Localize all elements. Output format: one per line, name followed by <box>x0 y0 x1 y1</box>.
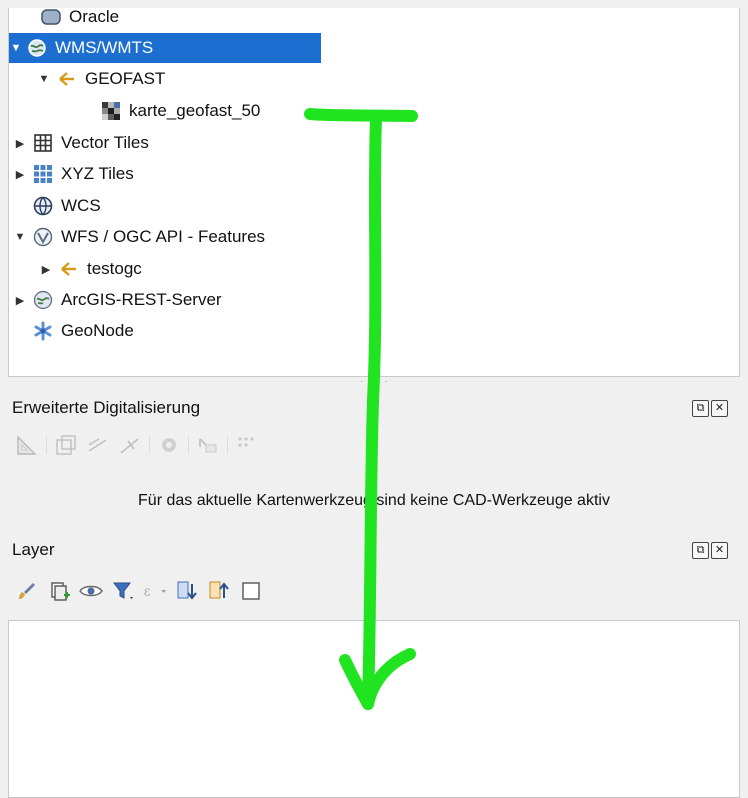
tree-item-testogc[interactable]: ▶ testogc <box>9 254 739 284</box>
layer-tree[interactable] <box>8 620 740 798</box>
cad-inactive-message: Für das aktuelle Kartenwerkzeug sind kei… <box>138 492 610 509</box>
geonode-icon <box>33 321 53 341</box>
tree-item-wcs[interactable]: WCS <box>9 191 739 221</box>
tree-item-label: XYZ Tiles <box>61 164 134 183</box>
tree-item-wfs-ogc[interactable]: ▼ WFS / OGC API - Features <box>9 222 739 252</box>
layers-panel-title: Layer <box>12 540 55 559</box>
visibility-eye-icon[interactable] <box>78 578 104 604</box>
toolbar-separator <box>46 436 47 454</box>
snapping-dots-icon[interactable] <box>234 432 260 458</box>
toolbar-separator <box>227 436 228 454</box>
collapse-all-icon[interactable] <box>206 578 232 604</box>
tree-item-label: testogc <box>87 259 142 278</box>
tree-item-xyz-tiles[interactable]: ▶ XYZ Tiles <box>9 159 739 189</box>
layers-dock-buttons: ⧉ ✕ <box>692 542 728 559</box>
expand-arrow-icon[interactable]: ▶ <box>13 137 27 150</box>
expand-arrow-icon[interactable]: ▶ <box>39 263 53 276</box>
float-panel-button[interactable]: ⧉ <box>692 400 709 417</box>
tree-item-vector-tiles[interactable]: ▶ Vector Tiles <box>9 128 739 158</box>
expression-filter-icon[interactable]: ε <box>142 578 168 604</box>
tree-item-label: GeoNode <box>61 321 134 340</box>
filter-legend-icon[interactable] <box>110 578 136 604</box>
remove-layer-icon[interactable] <box>238 578 264 604</box>
add-group-icon[interactable] <box>46 578 72 604</box>
floater-icon[interactable] <box>195 432 221 458</box>
collapse-arrow-icon[interactable]: ▼ <box>13 231 27 243</box>
settings-gear-icon[interactable] <box>156 432 182 458</box>
digitizing-panel-title: Erweiterte Digitalisierung <box>12 398 201 417</box>
tree-item-karte-geofast-50[interactable]: karte_geofast_50 <box>9 96 739 126</box>
construction-mode-icon[interactable] <box>53 432 79 458</box>
browser-panel: Oracle ▼ WMS/WMTS ▼ GEOFAST karte_geofas… <box>8 8 740 377</box>
tree-item-label: Oracle <box>69 8 120 26</box>
tree-item-label: ArcGIS-REST-Server <box>61 290 222 309</box>
tree-item-label: karte_geofast_50 <box>129 101 261 120</box>
digitizing-dock-buttons: ⧉ ✕ <box>692 400 728 417</box>
parallel-icon[interactable] <box>85 432 111 458</box>
perpendicular-icon[interactable] <box>117 432 143 458</box>
tree-item-label: WFS / OGC API - Features <box>61 227 266 246</box>
tree-item-geonode[interactable]: GeoNode <box>9 316 739 346</box>
connection-icon <box>59 259 79 279</box>
arcgis-icon <box>33 290 53 310</box>
expand-arrow-icon[interactable]: ▶ <box>13 168 27 181</box>
float-panel-button[interactable]: ⧉ <box>692 542 709 559</box>
tree-item-label: WMS/WMTS <box>55 38 154 57</box>
connection-icon <box>57 69 77 89</box>
panel-splitter[interactable]: · · · · <box>360 376 389 387</box>
tree-item-oracle[interactable]: Oracle <box>9 8 739 32</box>
tree-item-geofast[interactable]: ▼ GEOFAST <box>9 64 739 94</box>
toolbar-separator <box>149 436 150 454</box>
wfs-icon <box>33 227 53 247</box>
expand-arrow-icon[interactable]: ▶ <box>13 294 27 307</box>
globe-icon <box>27 38 47 58</box>
tree-item-label: GEOFAST <box>85 69 166 88</box>
xyz-tiles-icon <box>33 164 53 184</box>
close-panel-button[interactable]: ✕ <box>711 542 728 559</box>
toolbar-separator <box>188 436 189 454</box>
wcs-icon <box>33 196 53 216</box>
collapse-arrow-icon[interactable]: ▼ <box>9 42 23 54</box>
style-brush-icon[interactable] <box>14 578 40 604</box>
digitizing-toolbar <box>14 432 266 458</box>
tree-item-arcgis-rest[interactable]: ▶ ArcGIS-REST-Server <box>9 285 739 315</box>
layers-toolbar: ε <box>14 578 270 604</box>
raster-layer-icon <box>101 101 121 121</box>
collapse-arrow-icon[interactable]: ▼ <box>37 73 51 85</box>
cad-enable-icon[interactable] <box>14 432 40 458</box>
tree-item-label: WCS <box>61 196 101 215</box>
vector-tiles-icon <box>33 133 53 153</box>
svg-text:ε: ε <box>144 584 151 599</box>
close-panel-button[interactable]: ✕ <box>711 400 728 417</box>
tree-item-wms-wmts[interactable]: ▼ WMS/WMTS <box>9 33 321 63</box>
database-icon <box>41 8 61 27</box>
expand-all-icon[interactable] <box>174 578 200 604</box>
tree-item-label: Vector Tiles <box>61 133 149 152</box>
